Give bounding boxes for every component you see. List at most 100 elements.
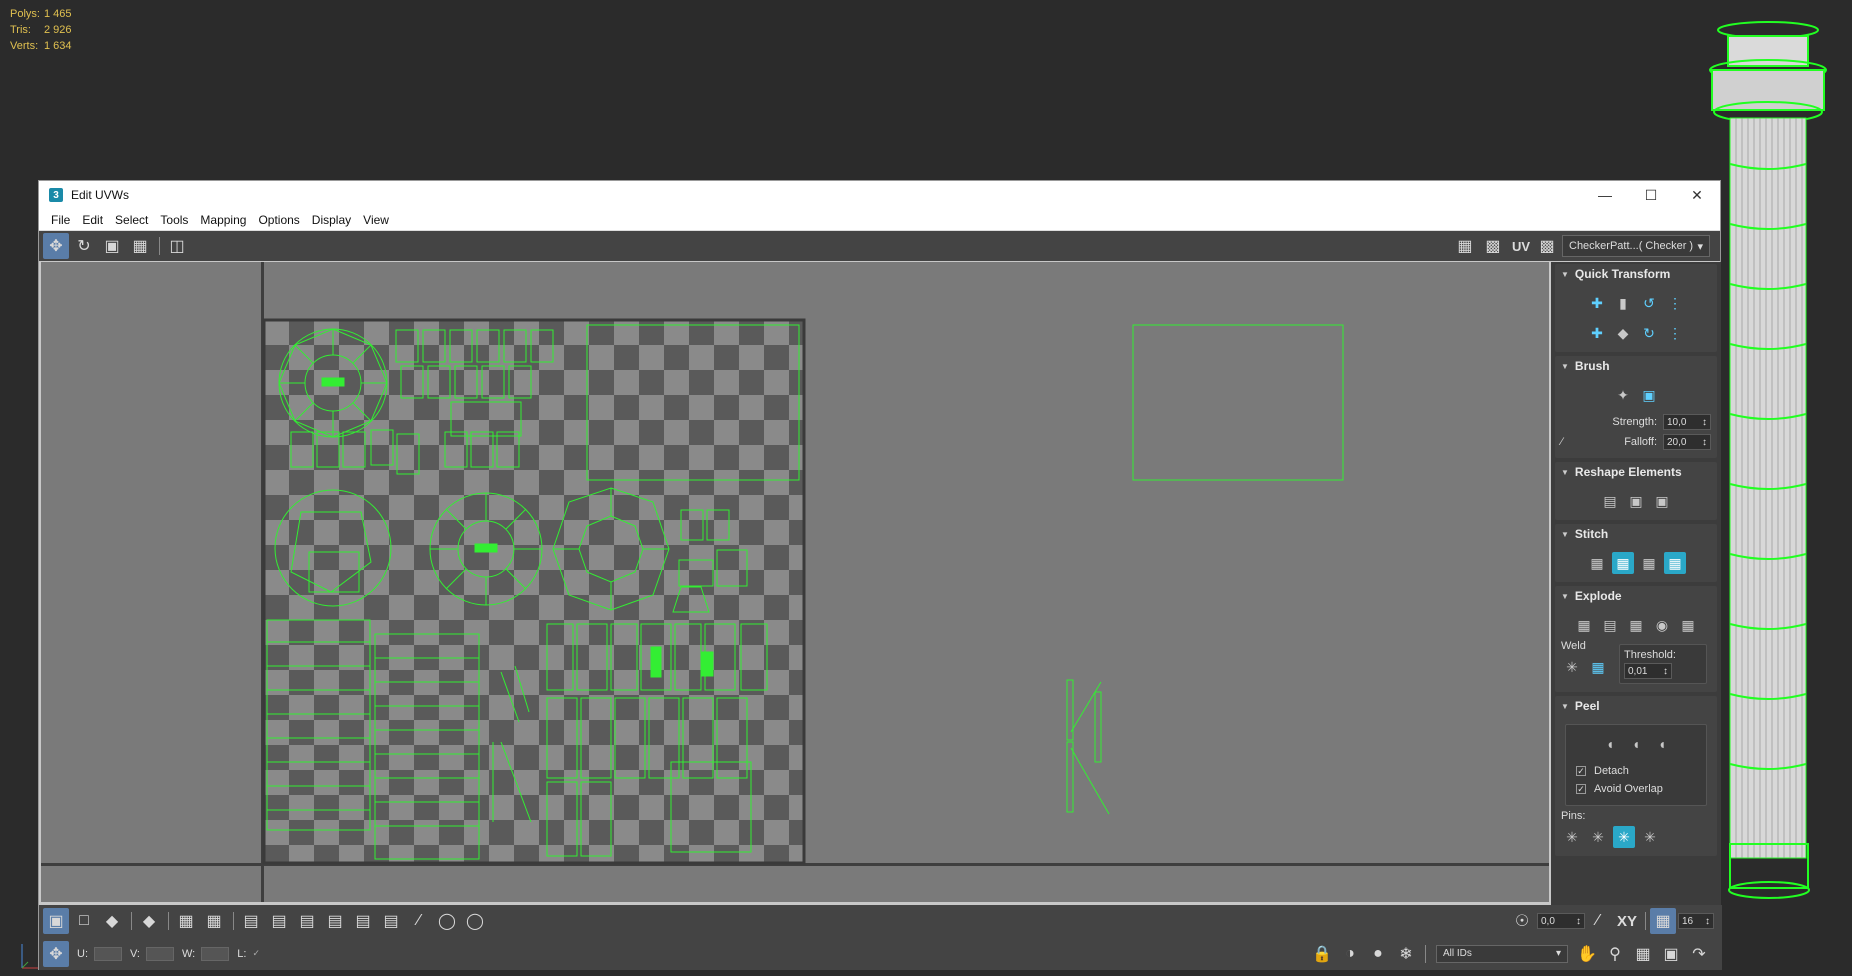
falloff-type-icon[interactable]: ∕ [1585, 908, 1611, 934]
explode-grid-icon[interactable]: ▦ [1625, 614, 1647, 636]
paint-grow-icon[interactable]: ◯ [434, 908, 460, 934]
peel-lscm-icon[interactable]: ◖ [1625, 733, 1647, 755]
relax-options-icon[interactable]: ▣ [1651, 490, 1673, 512]
menu-mapping[interactable]: Mapping [194, 213, 252, 227]
relax-cube-icon[interactable]: ▣ [1625, 490, 1647, 512]
freeform-tool-icon[interactable]: ▦ [127, 233, 153, 259]
reshape-header[interactable]: ▼ Reshape Elements [1555, 462, 1717, 482]
space-horizontal-icon[interactable]: ▮ [1612, 292, 1634, 314]
lock-checkbox[interactable]: ✓ [252, 948, 260, 959]
straighten-icon[interactable]: ▤ [1599, 490, 1621, 512]
brush-header[interactable]: ▼ Brush [1555, 356, 1717, 376]
align-vertical-icon[interactable]: ✚ [1586, 322, 1608, 344]
edge-mode-icon[interactable]: □ [71, 908, 97, 934]
xy-space-label[interactable]: XY [1617, 913, 1637, 930]
paint-move-icon[interactable]: ✦ [1612, 384, 1634, 406]
ring-grow-icon[interactable]: ▤ [322, 908, 348, 934]
absolute-mode-icon[interactable]: ✥ [43, 940, 69, 967]
lock-icon[interactable]: 🔒 [1309, 941, 1335, 967]
pin-auto-icon[interactable]: ✳ [1613, 826, 1635, 848]
falloff-curve-icon[interactable]: ∕ [1561, 436, 1563, 448]
checker-map-icon[interactable]: ▩ [1480, 233, 1506, 259]
space-vertical-icon[interactable]: ◆ [1612, 322, 1634, 344]
show-hidden-icon[interactable]: ◑ [1337, 941, 1363, 967]
soft-selection-icon[interactable]: ☉ [1509, 908, 1535, 934]
menu-tools[interactable]: Tools [154, 213, 194, 227]
peel-header[interactable]: ▼ Peel [1555, 696, 1717, 716]
explode-sphere-icon[interactable]: ◉ [1651, 614, 1673, 636]
vertex-mode-icon[interactable]: ▣ [43, 908, 69, 934]
pin-invert-icon[interactable]: ✳ [1639, 826, 1661, 848]
w-field[interactable] [201, 946, 230, 961]
grid-spinner[interactable]: 16 ↕ [1678, 913, 1714, 929]
polygon-mode-icon[interactable]: ◆ [99, 908, 125, 934]
hide-icon[interactable]: ● [1365, 941, 1391, 967]
ring-icon[interactable]: ▤ [294, 908, 320, 934]
menu-options[interactable]: Options [252, 213, 305, 227]
u-field[interactable] [94, 946, 122, 961]
stitch-custom-icon[interactable]: ▦ [1586, 552, 1608, 574]
align-top-icon[interactable]: ⋮ [1664, 292, 1686, 314]
texture-options-icon[interactable]: ▩ [1534, 233, 1560, 259]
stitch-header[interactable]: ▼ Stitch [1555, 524, 1717, 544]
grow-selection-icon[interactable]: ▦ [173, 908, 199, 934]
rotate-cw-icon[interactable]: ↻ [1638, 322, 1660, 344]
element-mode-icon[interactable]: ◆ [136, 908, 162, 934]
avoid-overlap-checkbox[interactable]: ✓ Avoid Overlap [1576, 783, 1702, 795]
minimize-button[interactable]: — [1582, 181, 1628, 209]
pin-add-icon[interactable]: ✳ [1561, 826, 1583, 848]
maximize-button[interactable]: ☐ [1628, 181, 1674, 209]
peel-quick-icon[interactable]: ◖ [1599, 733, 1621, 755]
rotate-ccw-icon[interactable]: ↺ [1638, 292, 1660, 314]
paint-select-icon[interactable]: ∕ [406, 908, 432, 934]
detach-checkbox[interactable]: ✓ Detach [1576, 765, 1702, 777]
menu-file[interactable]: File [45, 213, 76, 227]
v-field[interactable] [146, 946, 174, 961]
menu-edit[interactable]: Edit [76, 213, 109, 227]
title-bar[interactable]: 3 Edit UVWs — ☐ ✕ [39, 181, 1720, 209]
menu-display[interactable]: Display [306, 213, 357, 227]
relax-brush-icon[interactable]: ▣ [1638, 384, 1660, 406]
loop-icon[interactable]: ▤ [238, 908, 264, 934]
zoom-region-icon[interactable]: ▦ [1630, 941, 1656, 967]
loop-grow-icon[interactable]: ▤ [266, 908, 292, 934]
break-icon[interactable]: ▦ [1573, 614, 1595, 636]
explode-table-icon[interactable]: ▦ [1677, 614, 1699, 636]
quick-transform-header[interactable]: ▼ Quick Transform [1555, 264, 1717, 284]
paint-shrink-icon[interactable]: ◯ [462, 908, 488, 934]
weld-selected-icon[interactable]: ✳ [1561, 656, 1583, 678]
zoom-icon[interactable]: ⚲ [1602, 941, 1628, 967]
align-horizontal-icon[interactable]: ✚ [1586, 292, 1608, 314]
peel-reset-icon[interactable]: ◖ [1651, 733, 1673, 755]
weld-all-icon[interactable]: ▦ [1587, 656, 1609, 678]
move-tool-icon[interactable]: ✥ [43, 233, 69, 259]
soft-selection-spinner[interactable]: 0,0 ↕ [1536, 913, 1585, 929]
texture-select[interactable]: CheckerPatt...( Checker ) ▾ [1562, 235, 1710, 257]
stitch-average-icon[interactable]: ▦ [1638, 552, 1660, 574]
checker-display-icon[interactable]: ▦ [1452, 233, 1478, 259]
stitch-source-icon[interactable]: ▦ [1612, 552, 1634, 574]
grid-snap-icon[interactable]: ▦ [1650, 908, 1676, 934]
menu-view[interactable]: View [357, 213, 395, 227]
falloff-spinner[interactable]: 20,0 ↕ [1663, 434, 1711, 450]
flatten-icon[interactable]: ▤ [1599, 614, 1621, 636]
strength-spinner[interactable]: 10,0 ↕ [1663, 414, 1711, 430]
scale-tool-icon[interactable]: ▣ [99, 233, 125, 259]
stitch-target-icon[interactable]: ▦ [1664, 552, 1686, 574]
explode-header[interactable]: ▼ Explode [1555, 586, 1717, 606]
pin-remove-icon[interactable]: ✳ [1587, 826, 1609, 848]
zoom-selected-icon[interactable]: ↷ [1686, 941, 1712, 967]
menu-select[interactable]: Select [109, 213, 154, 227]
uv-editor-viewport[interactable] [41, 262, 1549, 902]
mirror-tool-icon[interactable]: ◫ [164, 233, 190, 259]
close-button[interactable]: ✕ [1674, 181, 1720, 209]
ring-shrink-icon[interactable]: ▤ [350, 908, 376, 934]
pan-icon[interactable]: ✋ [1574, 941, 1600, 967]
threshold-spinner[interactable]: 0,01 ↕ [1624, 663, 1672, 679]
freeze-icon[interactable]: ❄ [1393, 941, 1419, 967]
uv-axis-label[interactable]: UV [1512, 239, 1530, 254]
path-select-icon[interactable]: ▤ [378, 908, 404, 934]
shrink-selection-icon[interactable]: ▦ [201, 908, 227, 934]
material-id-select[interactable]: All IDs ▾ [1436, 944, 1568, 963]
align-side-icon[interactable]: ⋮ [1664, 322, 1686, 344]
